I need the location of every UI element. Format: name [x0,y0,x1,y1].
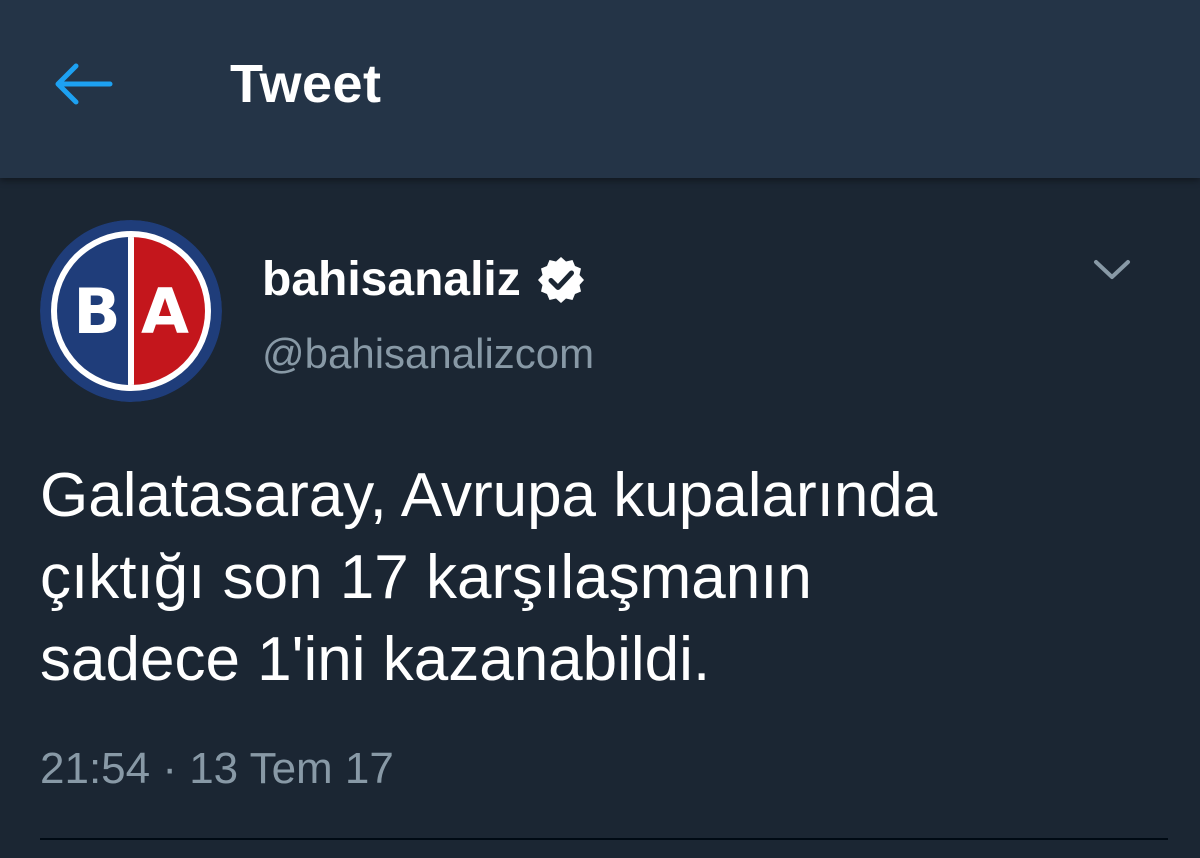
verified-badge-icon [537,257,584,303]
top-app-bar: Tweet [0,0,1200,178]
avatar-letter-b: B [73,275,120,348]
tweet-text: Galatasaray, Avrupa kupalarında çıktığı … [40,461,938,694]
author-name[interactable]: bahisanaliz [262,248,587,312]
tweet-menu-button[interactable] [1086,248,1138,292]
page-title: Tweet [230,54,382,114]
avatar-letter-a: A [141,275,189,348]
divider [40,838,1168,840]
back-button[interactable] [44,52,120,116]
author-display-name: bahisanaliz [262,253,521,306]
tweet-timestamp[interactable]: 21:54 · 13 Tem 17 [40,740,394,798]
avatar[interactable]: B A [40,220,222,402]
chevron-down-icon [1094,260,1130,279]
author-handle[interactable]: @bahisanalizcom [262,326,594,382]
arrow-left-icon [55,63,113,105]
